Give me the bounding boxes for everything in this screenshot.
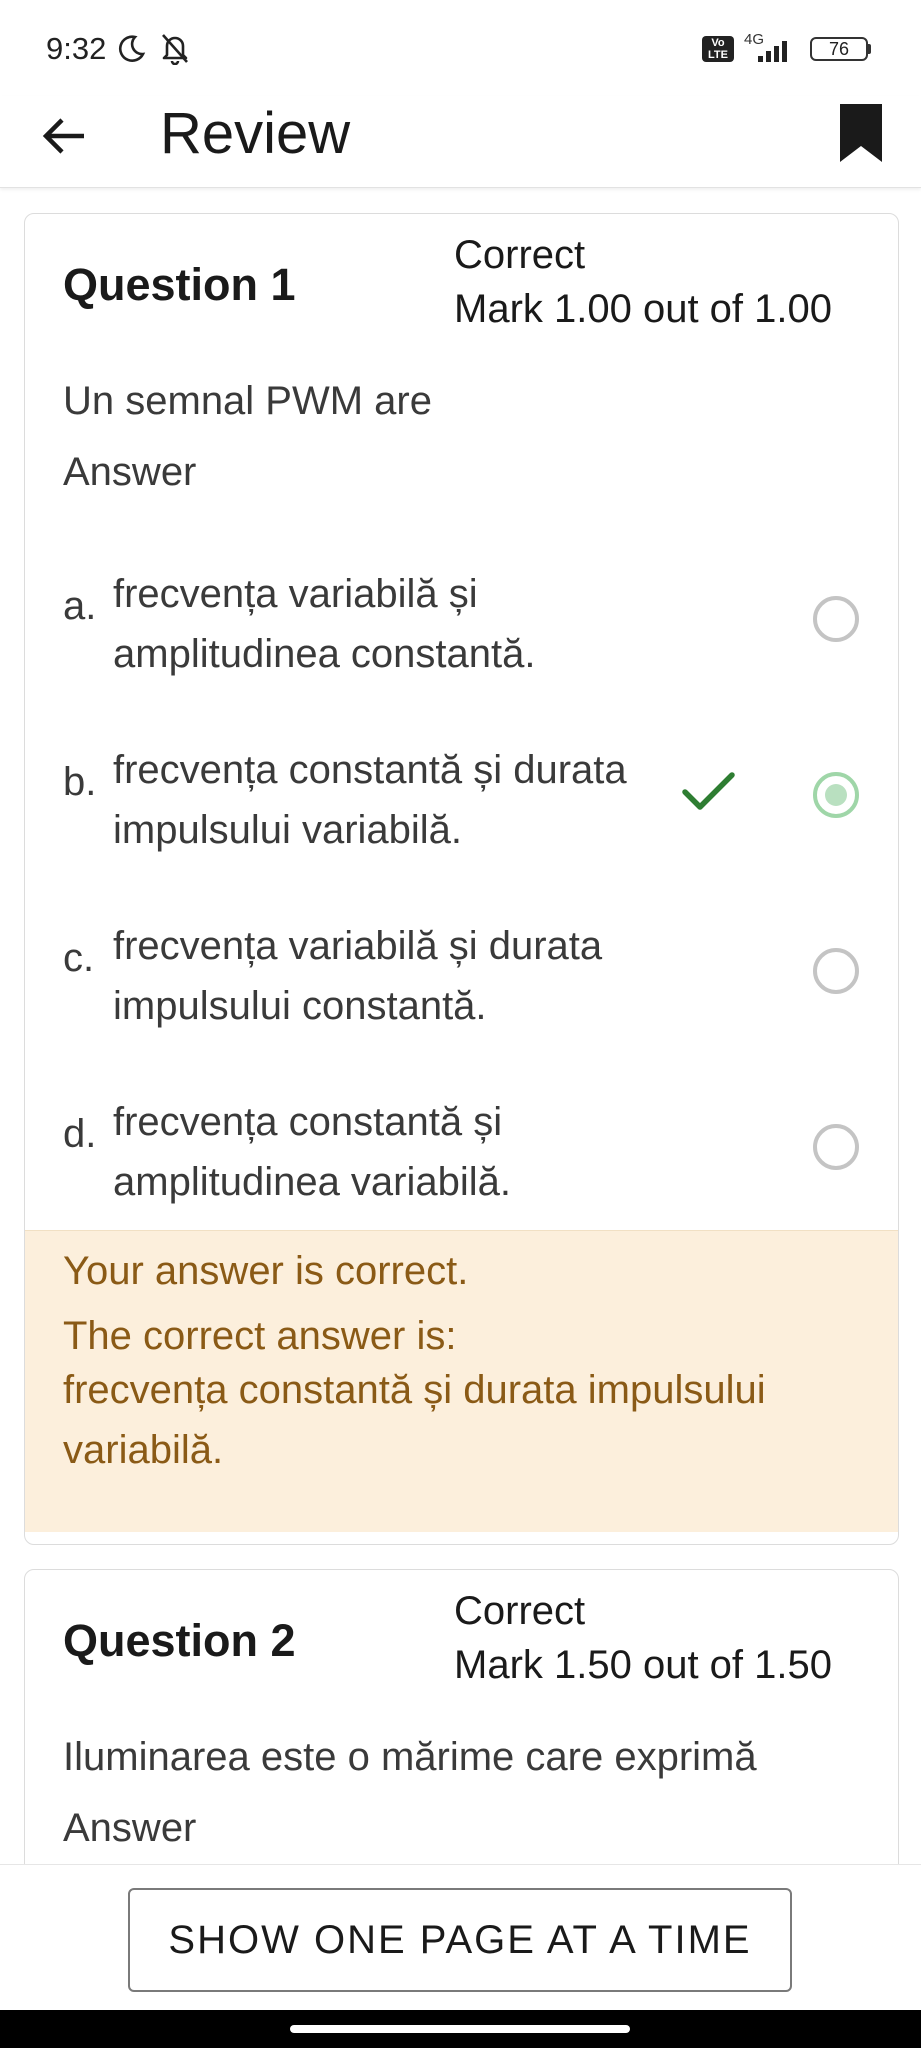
question-text: Un semnal PWM are [63, 379, 432, 423]
option-b[interactable]: b. frecvența constantă și durata impulsu… [25, 740, 898, 890]
feedback-result: Your answer is correct. [63, 1249, 469, 1293]
status-time: 9:32 [46, 31, 107, 66]
option-letter: a. [63, 584, 97, 628]
feedback-box: Your answer is correct. The correct answ… [25, 1230, 898, 1532]
option-a-radio[interactable] [813, 596, 859, 642]
back-arrow-icon[interactable] [40, 111, 90, 161]
bell-off-icon [162, 34, 188, 65]
question-state: Correct [454, 233, 586, 277]
option-c[interactable]: c. frecvența variabilă și durata impulsu… [25, 916, 898, 1066]
question-mark: Mark 1.00 out of 1.00 [454, 287, 833, 331]
feedback-correct-answer-cont: variabilă. [63, 1428, 224, 1472]
option-c-radio[interactable] [813, 948, 859, 994]
answer-label: Answer [63, 450, 197, 494]
show-one-page-button[interactable]: SHOW ONE PAGE AT A TIME [128, 1888, 792, 1992]
moon-icon [118, 35, 146, 62]
option-letter: c. [63, 936, 95, 980]
system-nav-bar [0, 2010, 921, 2048]
page-title: Review [160, 101, 351, 166]
option-text: frecvența constantă și durata impulsului… [113, 748, 627, 852]
option-text: frecvența variabilă și amplitudinea cons… [113, 572, 536, 676]
option-letter: d. [63, 1112, 97, 1156]
feedback-correct-answer: frecvența constantă și durata impulsului [63, 1368, 766, 1412]
signal-icon [758, 41, 787, 62]
option-d-radio[interactable] [813, 1124, 859, 1170]
option-d[interactable]: d. frecvența constantă și amplitudinea v… [25, 1092, 898, 1242]
answer-label: Answer [63, 1806, 197, 1850]
volte-badge: Vo LTE [702, 36, 734, 62]
feedback-correct-label: The correct answer is: [63, 1314, 457, 1358]
question-card-2: Question 2 Correct Mark 1.50 out of 1.50… [24, 1569, 899, 1909]
app-bar: Review [0, 96, 921, 188]
bookmark-icon[interactable] [836, 102, 886, 164]
radio-selected-dot [825, 784, 847, 806]
home-indicator[interactable] [290, 2025, 630, 2033]
check-icon [682, 772, 735, 810]
option-a[interactable]: a. frecvența variabilă și amplitudinea c… [25, 564, 898, 714]
option-text: frecvența variabilă și durata impulsului… [113, 924, 603, 1028]
question-title: Question 2 [63, 1615, 296, 1666]
question-title: Question 1 [63, 259, 296, 310]
question-text: Iluminarea este o mărime care exprimă [63, 1735, 757, 1779]
bottom-bar: SHOW ONE PAGE AT A TIME [0, 1864, 921, 2010]
question-state: Correct [454, 1589, 586, 1633]
battery-indicator: 76 [810, 37, 868, 61]
option-b-radio[interactable] [813, 772, 859, 818]
review-screen: 9:32 Vo LTE 4G 76 Review Question 1 Corr… [0, 0, 921, 2048]
status-bar: 9:32 Vo LTE 4G 76 [0, 0, 921, 96]
option-text: frecvența constantă și amplitudinea vari… [113, 1100, 512, 1204]
question-card-1: Question 1 Correct Mark 1.00 out of 1.00… [24, 213, 899, 1545]
option-letter: b. [63, 760, 97, 804]
battery-tip [867, 44, 871, 54]
question-mark: Mark 1.50 out of 1.50 [454, 1643, 833, 1687]
